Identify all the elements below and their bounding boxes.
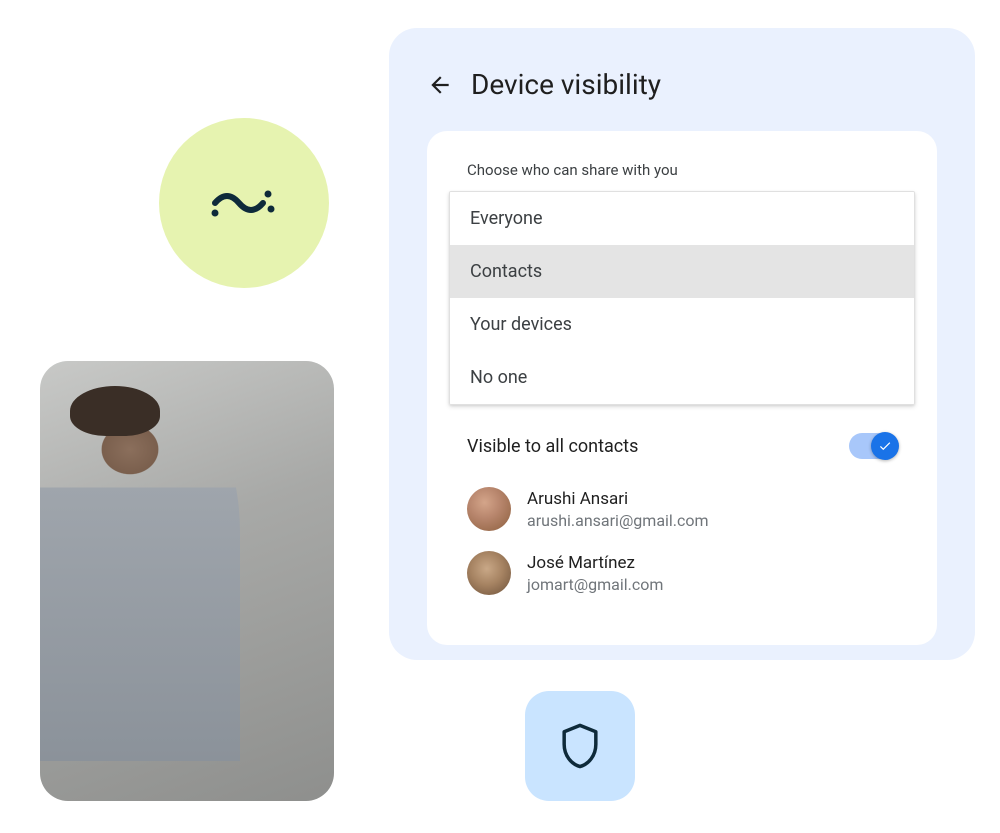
decorative-circle xyxy=(159,118,329,288)
page-title: Device visibility xyxy=(471,68,661,101)
contact-row[interactable]: Arushi Ansari arushi.ansari@gmail.com xyxy=(449,487,915,531)
choose-label: Choose who can share with you xyxy=(467,161,915,179)
contact-info: Arushi Ansari arushi.ansari@gmail.com xyxy=(527,489,709,530)
shield-tile xyxy=(525,691,635,801)
shield-icon xyxy=(561,723,599,769)
avatar xyxy=(467,487,511,531)
panel-header: Device visibility xyxy=(427,68,937,101)
contact-info: José Martínez jomart@gmail.com xyxy=(527,553,663,594)
share-options-list: Everyone Contacts Your devices No one xyxy=(449,191,915,405)
option-contacts[interactable]: Contacts xyxy=(450,245,914,298)
contact-email: jomart@gmail.com xyxy=(527,575,663,594)
visibility-toggle[interactable] xyxy=(849,433,897,459)
back-button[interactable] xyxy=(427,72,453,98)
option-no-one[interactable]: No one xyxy=(450,351,914,404)
toggle-knob xyxy=(871,432,899,460)
contact-email: arushi.ansari@gmail.com xyxy=(527,511,709,530)
contact-row[interactable]: José Martínez jomart@gmail.com xyxy=(449,551,915,595)
lifestyle-photo xyxy=(40,361,334,801)
arrow-left-icon xyxy=(427,72,453,98)
settings-card: Choose who can share with you Everyone C… xyxy=(427,131,937,645)
option-everyone[interactable]: Everyone xyxy=(450,192,914,245)
device-visibility-panel: Device visibility Choose who can share w… xyxy=(389,28,975,660)
contact-name: Arushi Ansari xyxy=(527,489,709,509)
contact-name: José Martínez xyxy=(527,553,663,573)
check-icon xyxy=(878,439,892,453)
option-your-devices[interactable]: Your devices xyxy=(450,298,914,351)
avatar xyxy=(467,551,511,595)
wave-icon xyxy=(209,183,279,223)
visibility-toggle-row: Visible to all contacts xyxy=(449,433,915,459)
visibility-toggle-label: Visible to all contacts xyxy=(467,436,638,457)
